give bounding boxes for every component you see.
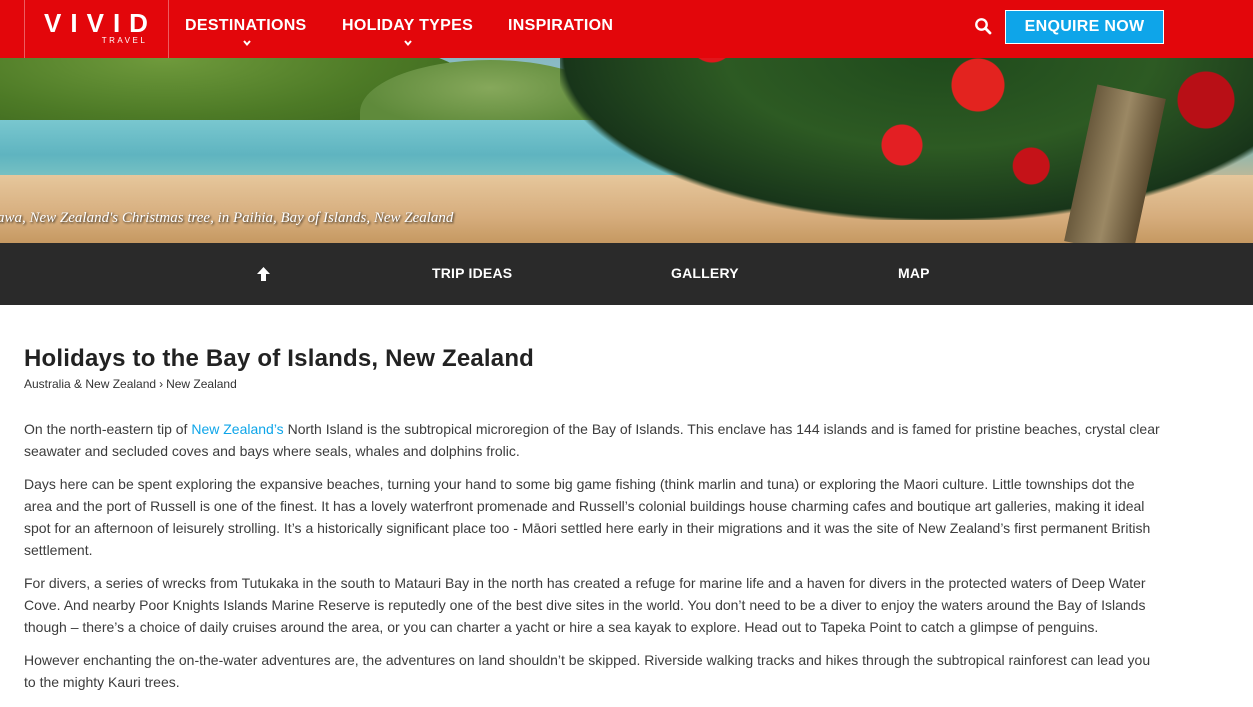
main-content: Holidays to the Bay of Islands, New Zeal… — [24, 343, 1164, 693]
new-zealand-link[interactable]: New Zealand’s — [191, 421, 283, 437]
breadcrumb-parent-link[interactable]: Australia & New Zealand — [24, 377, 156, 391]
hero-caption: awa, New Zealand's Christmas tree, in Pa… — [0, 210, 454, 226]
tab-map[interactable]: MAP — [898, 265, 930, 281]
chevron-down-icon[interactable] — [243, 39, 251, 47]
nav-destinations[interactable]: DESTINATIONS — [185, 17, 307, 35]
page-title: Holidays to the Bay of Islands, New Zeal… — [24, 345, 535, 372]
site-header: VIVID TRAVEL DESTINATIONS HOLIDAY TYPES … — [0, 0, 1253, 58]
tab-trip-ideas[interactable]: TRIP IDEAS — [432, 265, 512, 281]
chevron-down-icon[interactable] — [404, 39, 412, 47]
section-nav: TRIP IDEAS GALLERY MAP — [0, 243, 1253, 305]
search-icon[interactable] — [974, 17, 992, 35]
breadcrumb-current-link[interactable]: New Zealand — [166, 377, 237, 391]
arrow-up-icon[interactable] — [256, 266, 271, 282]
breadcrumb-separator: › — [159, 377, 164, 391]
enquire-now-button[interactable]: ENQUIRE NOW — [1005, 10, 1164, 44]
nav-holiday-types[interactable]: HOLIDAY TYPES — [342, 17, 473, 35]
intro-paragraph: On the north-eastern tip of New Zealand’… — [24, 418, 1164, 462]
body-paragraph: For divers, a series of wrecks from Tutu… — [24, 575, 1146, 635]
logo-wordmark: VIVID — [44, 8, 157, 38]
body-paragraph: Days here can be spent exploring the exp… — [24, 476, 1151, 558]
nav-inspiration[interactable]: INSPIRATION — [508, 17, 613, 35]
breadcrumb: Australia & New Zealand › New Zealand — [24, 376, 1164, 392]
tab-gallery[interactable]: GALLERY — [671, 265, 739, 281]
intro-text-before: On the north-eastern tip of — [24, 421, 192, 437]
body-paragraph: However enchanting the on-the-water adve… — [24, 652, 1151, 690]
logo[interactable]: VIVID TRAVEL — [24, 0, 169, 58]
